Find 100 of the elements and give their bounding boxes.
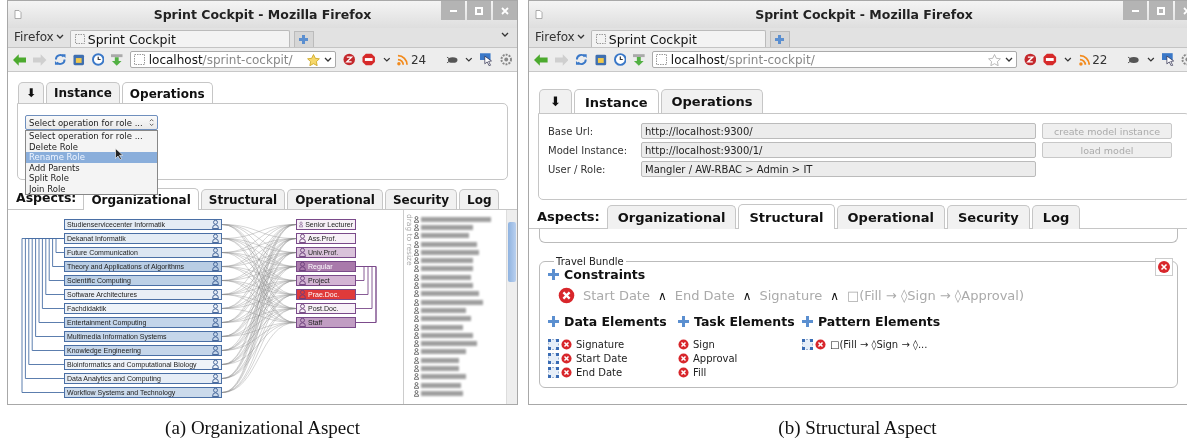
gear-icon[interactable]	[499, 53, 513, 66]
aspect-tab[interactable]: Structural	[738, 204, 835, 229]
remove-icon[interactable]	[561, 353, 572, 364]
remove-icon[interactable]	[678, 353, 689, 364]
aspect-tab[interactable]: Organizational	[606, 205, 737, 229]
dropdown-option[interactable]: Split Role	[26, 173, 157, 184]
blurred-name-placeholder	[421, 241, 477, 247]
element-label: Approval	[693, 353, 738, 364]
dropdown-option[interactable]: Add Parents	[26, 162, 157, 173]
aspect-tab[interactable]: Log	[1031, 205, 1081, 229]
adblock-icon[interactable]	[362, 53, 376, 66]
cursor-icon[interactable]	[1161, 53, 1175, 66]
z-icon[interactable]	[342, 53, 356, 66]
element-label: Sign	[693, 339, 715, 350]
person-icon	[212, 262, 219, 271]
person-icon	[212, 276, 219, 285]
clock-icon[interactable]	[613, 53, 627, 66]
reload-icon[interactable]	[53, 53, 67, 66]
star-icon[interactable]	[306, 53, 320, 66]
window-icon	[535, 10, 543, 19]
panel-tab[interactable]: ⬇	[539, 89, 572, 113]
window-title: Sprint Cockpit - Mozilla Firefox	[755, 7, 973, 22]
plus-icon	[299, 35, 309, 44]
plus-icon[interactable]	[802, 316, 813, 327]
dropdown-option[interactable]: Select operation for role ...	[26, 131, 157, 142]
firefox-menu-button[interactable]: Firefox	[533, 29, 587, 47]
aspect-tab[interactable]: Structural	[200, 189, 286, 210]
remove-icon[interactable]	[678, 339, 689, 350]
close-icon[interactable]	[1155, 258, 1173, 276]
firefox-menu-button[interactable]: Firefox	[12, 29, 66, 47]
aspect-tab[interactable]: Security	[384, 189, 457, 210]
remove-icon[interactable]	[561, 339, 572, 350]
aspect-tab[interactable]: Operational	[836, 205, 945, 229]
aspect-tab[interactable]: Security	[947, 205, 1030, 229]
plus-icon[interactable]	[548, 269, 559, 280]
cursor-icon[interactable]	[480, 53, 493, 66]
panel-tab[interactable]: Instance	[46, 82, 120, 103]
feed-icon[interactable]	[397, 53, 409, 66]
constraint-term: Signature	[759, 288, 823, 303]
remove-icon[interactable]	[561, 367, 572, 378]
blurred-name-placeholder	[421, 258, 473, 264]
clock-icon[interactable]	[91, 53, 105, 66]
browser-tab[interactable]: Sprint Cockpit	[69, 30, 290, 47]
panel-tab[interactable]: Operations	[121, 82, 213, 104]
dropdown-option[interactable]: Delete Role	[26, 141, 157, 152]
address-bar[interactable]: localhost/sprint-cockpit/	[651, 51, 1017, 68]
operator-symbol: ∧	[830, 288, 839, 303]
move-handle-icon[interactable]	[548, 367, 559, 378]
text-field[interactable]: Mangler / AW-RBAC > Admin > IT	[641, 161, 1036, 177]
move-handle-icon[interactable]	[802, 339, 813, 350]
move-handle-icon[interactable]	[548, 353, 559, 364]
operator-symbol: ∧	[657, 288, 667, 303]
move-handle-icon[interactable]	[548, 339, 559, 350]
minimize-button[interactable]	[1123, 1, 1147, 20]
address-bar[interactable]: localhost/sprint-cockpit/	[129, 51, 336, 68]
back-icon[interactable]	[13, 53, 27, 66]
scrollbar[interactable]	[506, 210, 517, 404]
panel-tab[interactable]: Operations	[660, 89, 764, 113]
remove-icon[interactable]	[678, 367, 689, 378]
section-heading: Task Elements	[694, 314, 795, 329]
operation-select[interactable]: Select operation for role ...	[25, 115, 158, 130]
caret-icon	[55, 34, 64, 40]
person-icon	[212, 374, 219, 383]
blurred-name-placeholder	[421, 224, 473, 230]
remove-icon[interactable]	[815, 339, 826, 350]
plus-icon[interactable]	[678, 316, 689, 327]
person-icon	[212, 248, 219, 257]
panel-tab[interactable]: Instance	[573, 89, 659, 114]
reload-icon[interactable]	[575, 53, 588, 66]
feed-icon[interactable]	[1078, 53, 1091, 66]
download-icon[interactable]	[633, 53, 645, 66]
minimize-button[interactable]	[441, 1, 465, 20]
text-field[interactable]: http://localhost:9300/1/	[641, 142, 1036, 158]
adblock-icon[interactable]	[1043, 53, 1057, 66]
new-tab-button[interactable]	[293, 31, 314, 47]
maximize-button[interactable]	[1149, 1, 1173, 20]
minimize-icon	[1131, 9, 1139, 12]
blurred-name-placeholder	[421, 332, 473, 338]
browser-tab[interactable]: Sprint Cockpit	[590, 30, 766, 47]
star-icon[interactable]	[987, 53, 1001, 66]
remove-icon[interactable]	[558, 287, 575, 304]
aspect-tab[interactable]: Operational	[287, 189, 383, 210]
plus-icon[interactable]	[548, 316, 559, 327]
element-label: Start Date	[576, 353, 628, 364]
text-field[interactable]: http://localhost:9300/	[641, 123, 1036, 139]
person-icon	[212, 318, 219, 327]
blurred-name-placeholder	[421, 382, 461, 388]
section-heading: Data Elements	[564, 314, 667, 329]
section-heading: Constraints	[564, 267, 646, 282]
aspect-tab[interactable]: Log	[459, 189, 500, 210]
caret-icon	[1146, 56, 1155, 63]
close-button[interactable]	[493, 1, 517, 20]
maximize-button[interactable]	[467, 1, 491, 20]
back-icon[interactable]	[534, 53, 548, 66]
panel-tab[interactable]: ⬇	[18, 82, 45, 103]
new-tab-button[interactable]	[769, 31, 790, 47]
caret-icon	[323, 56, 332, 63]
download-icon[interactable]	[111, 53, 123, 66]
z-icon[interactable]	[1023, 53, 1037, 66]
person-icon	[212, 332, 219, 341]
